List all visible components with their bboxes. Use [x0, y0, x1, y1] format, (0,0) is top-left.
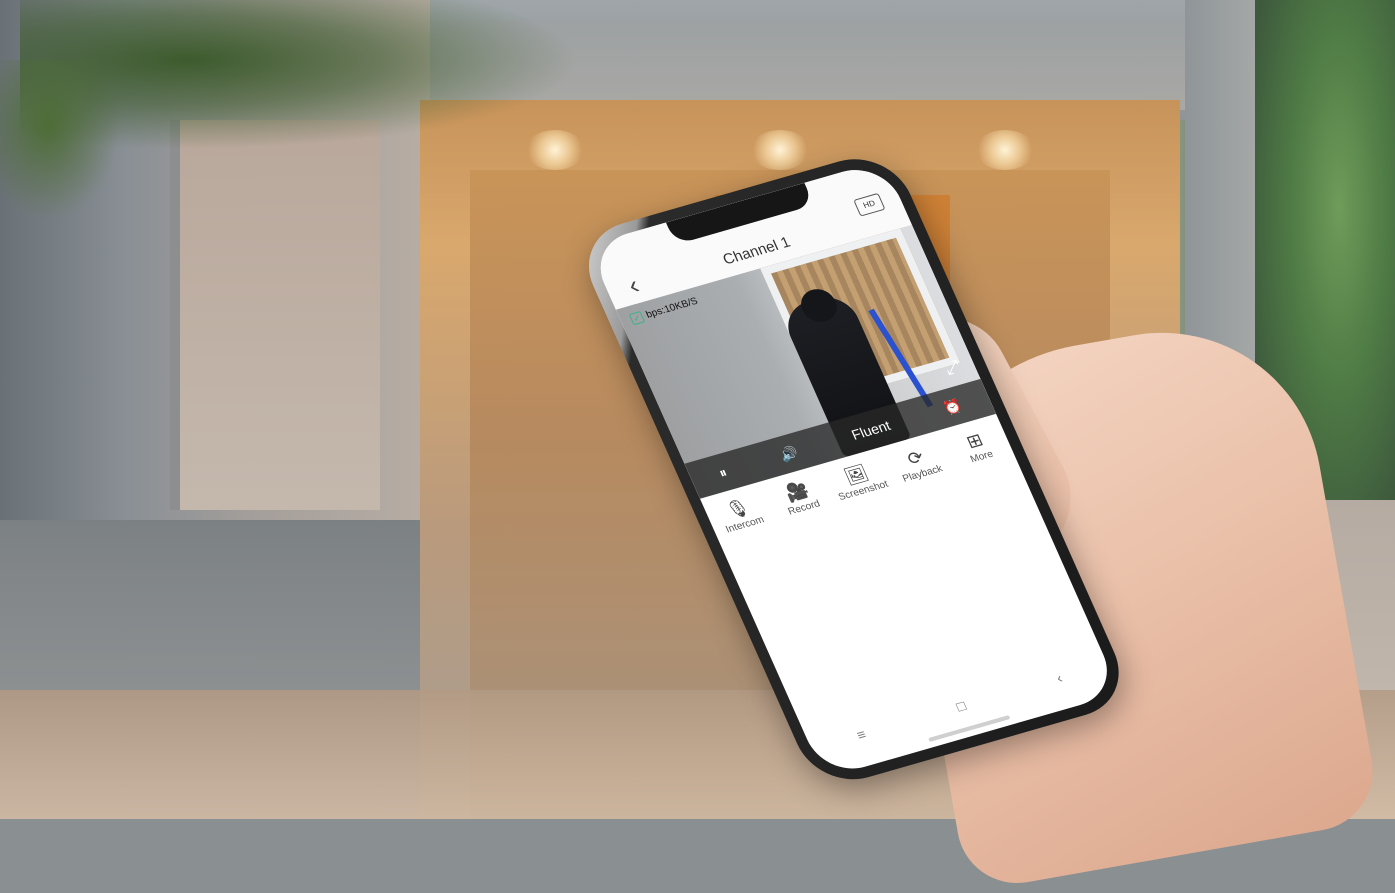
- nav-back-icon[interactable]: ‹: [1054, 670, 1068, 693]
- pause-icon[interactable]: ⏸: [716, 464, 730, 482]
- alarm-icon[interactable]: ⏰: [941, 396, 965, 416]
- ceiling-light: [750, 130, 810, 170]
- background-leaves: [0, 60, 120, 220]
- background-left-panel: [170, 120, 380, 510]
- menu-icon[interactable]: ≡: [854, 726, 872, 750]
- home-icon[interactable]: □: [954, 697, 972, 721]
- bitrate-text: bps:10KB/S: [644, 295, 700, 321]
- quality-button[interactable]: Fluent: [849, 417, 893, 442]
- fullscreen-icon[interactable]: ⤢: [941, 356, 963, 379]
- check-icon: ✓: [628, 311, 646, 326]
- volume-icon[interactable]: 🔊: [777, 443, 801, 463]
